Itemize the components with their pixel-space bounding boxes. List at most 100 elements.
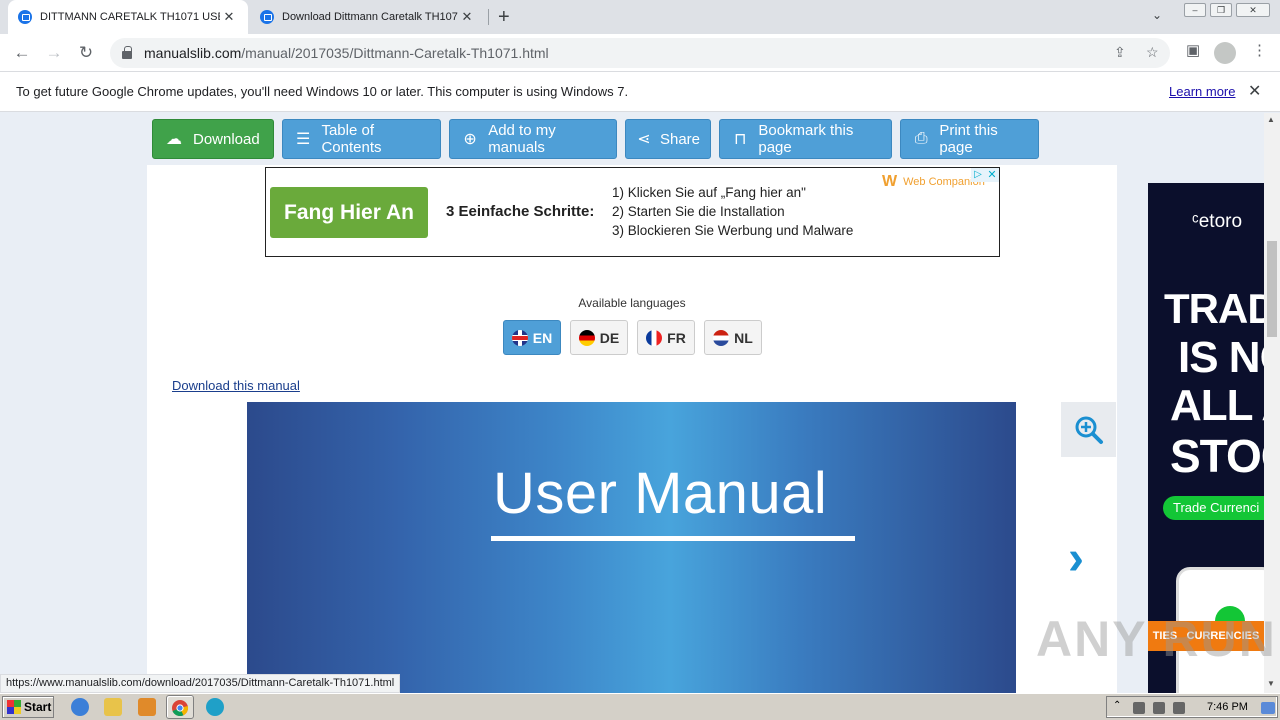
lang-code: NL [734, 329, 753, 346]
ad-step: 3) Blockieren Sie Werbung und Malware [612, 223, 854, 238]
ad-brand: W Web Companion [882, 173, 985, 191]
next-page-chevron-icon[interactable]: › [1068, 531, 1084, 586]
zoom-in-button[interactable] [1061, 402, 1116, 457]
windows-logo-icon [7, 700, 21, 714]
list-icon: ☰ [296, 131, 311, 148]
star-icon[interactable]: ☆ [1146, 44, 1159, 61]
download-manual-link[interactable]: Download this manual [172, 378, 300, 393]
url-path: /manual/2017035/Dittmann-Caretalk-Th1071… [241, 45, 549, 61]
etoro-headline-line: IS NOT [1178, 333, 1264, 382]
reload-icon[interactable]: ↻ [74, 42, 98, 64]
lang-de-button[interactable]: DE [570, 320, 628, 355]
restore-button[interactable]: ❐ [1210, 3, 1232, 17]
ad-cta-button[interactable]: Fang Hier An [270, 187, 428, 238]
etoro-trade-button[interactable]: Trade Currenci [1163, 496, 1264, 520]
action-center-flag-icon[interactable] [1173, 702, 1185, 714]
tab-close-icon[interactable]: ✕ [458, 9, 476, 25]
new-tab-button[interactable]: + [498, 6, 510, 29]
print-label: Print this page [939, 122, 998, 156]
tab-title: DITTMANN CARETALK TH1071 USER [40, 11, 220, 23]
address-bar[interactable]: manualslib.com/manual/2017035/Dittmann-C… [110, 38, 1170, 68]
lang-en-button[interactable]: EN [503, 320, 561, 355]
etoro-headline-line: ALL ABOU [1170, 381, 1264, 430]
infobar-message: To get future Google Chrome updates, you… [16, 84, 629, 99]
show-desktop-icon[interactable] [1261, 702, 1275, 714]
side-panel-icon[interactable]: ▣ [1186, 41, 1200, 59]
printer-icon: ⎙ [914, 130, 928, 147]
scroll-up-icon[interactable]: ▲ [1267, 115, 1275, 124]
download-label: Download [193, 130, 260, 148]
add-to-manuals-button[interactable]: ⊕ Add to my manuals [449, 119, 617, 159]
share-label: Share [659, 130, 700, 148]
media-player-icon[interactable] [138, 698, 156, 716]
tab-search-chevron-icon[interactable]: ⌄ [1152, 8, 1162, 22]
window-close-button[interactable]: ✕ [1236, 3, 1270, 17]
tab-active[interactable]: DITTMANN CARETALK TH1071 USER ✕ [8, 0, 248, 34]
bookmark-button[interactable]: ⊓ Bookmark this page [719, 119, 892, 159]
download-button[interactable]: ☁ Download [152, 119, 274, 159]
menu-kebab-icon[interactable]: ⋮ [1252, 41, 1267, 59]
chrome-taskbar-button[interactable] [166, 695, 194, 719]
print-button[interactable]: ⎙ Print this page [900, 119, 1039, 159]
ad-steps: 1) Klicken Sie auf „Fang hier an" 2) Sta… [612, 183, 853, 240]
ie-icon[interactable] [71, 698, 89, 716]
url-host: manualslib.com [144, 45, 242, 61]
germany-flag-icon [578, 329, 595, 346]
minimize-button[interactable]: – [1184, 3, 1206, 17]
back-arrow-icon[interactable]: ← [10, 42, 34, 64]
learn-more-link[interactable]: Learn more [1169, 84, 1235, 99]
tray-expand-icon[interactable]: ⌃ [1113, 700, 1125, 712]
ad-step: 2) Starten Sie die Installation [612, 204, 785, 219]
status-bar-url: https://www.manualslib.com/download/2017… [0, 674, 401, 693]
bookmark-label: Bookmark this page [758, 122, 854, 156]
ad-steps-title: 3 Eeinfache Schritte: [446, 203, 595, 220]
network-icon[interactable] [1153, 702, 1165, 714]
toc-label: Table of Contents [321, 122, 382, 156]
tab-inactive[interactable]: Download Dittmann Caretalk TH1071 ✕ [250, 0, 486, 34]
uk-flag-icon [511, 329, 528, 346]
share-nodes-icon: ⋖ [637, 131, 651, 148]
taskbar-clock: 7:46 PM [1207, 701, 1248, 713]
update-infobar: To get future Google Chrome updates, you… [0, 72, 1280, 112]
share-button[interactable]: ⋖ Share [625, 119, 711, 159]
lang-fr-button[interactable]: FR [637, 320, 695, 355]
lock-icon [122, 46, 132, 59]
share-icon[interactable]: ⇪ [1114, 44, 1126, 61]
netherlands-flag-icon [713, 329, 730, 346]
edge-icon[interactable] [206, 698, 224, 716]
adchoices-icon[interactable]: ▷ [971, 168, 985, 182]
start-label: Start [24, 700, 52, 714]
anyrun-watermark: ANY RUN [1036, 611, 1277, 667]
web-companion-logo-icon: W [882, 173, 898, 190]
windows-taskbar: Start ⌃ 7:46 PM [0, 693, 1280, 720]
manualslib-favicon-icon [18, 10, 32, 24]
scroll-down-icon[interactable]: ▼ [1267, 679, 1275, 688]
languages-label: Available languages [578, 296, 686, 310]
tab-strip: DITTMANN CARETALK TH1071 USER ✕ Download… [0, 0, 1280, 34]
manual-page-preview: User Manual [247, 402, 1016, 693]
tab-close-icon[interactable]: ✕ [220, 9, 238, 25]
lang-nl-button[interactable]: NL [704, 320, 762, 355]
infobar-close-icon[interactable]: ✕ [1248, 81, 1261, 101]
bookmark-icon: ⊓ [733, 131, 747, 148]
france-flag-icon [646, 329, 663, 346]
page-scrollbar[interactable]: ▲ ▼ [1264, 113, 1280, 693]
profile-avatar[interactable] [1214, 42, 1236, 64]
ad-step: 1) Klicken Sie auf „Fang hier an" [612, 185, 806, 200]
tab-title: Download Dittmann Caretalk TH1071 [282, 11, 458, 23]
start-button[interactable]: Start [2, 696, 54, 718]
forward-arrow-icon[interactable]: → [42, 42, 66, 64]
etoro-logo: ᶜetoro [1192, 211, 1243, 232]
etoro-headline-line: TRADIN [1164, 285, 1264, 332]
explorer-folder-icon[interactable] [104, 698, 122, 716]
scrollbar-thumb[interactable] [1267, 241, 1277, 337]
cloud-download-icon: ☁ [166, 131, 182, 148]
manual-title-rule [491, 536, 855, 541]
table-of-contents-button[interactable]: ☰ Table of Contents [282, 119, 441, 159]
manual-title: User Manual [493, 461, 828, 526]
chrome-icon [172, 700, 189, 717]
volume-icon[interactable] [1133, 702, 1145, 714]
web-companion-ad[interactable]: Fang Hier An 3 Eeinfache Schritte: 1) Kl… [265, 167, 1000, 257]
ad-close-icon[interactable]: ✕ [985, 168, 999, 182]
browser-toolbar: ← → ↻ manualslib.com/manual/2017035/Ditt… [0, 34, 1280, 72]
